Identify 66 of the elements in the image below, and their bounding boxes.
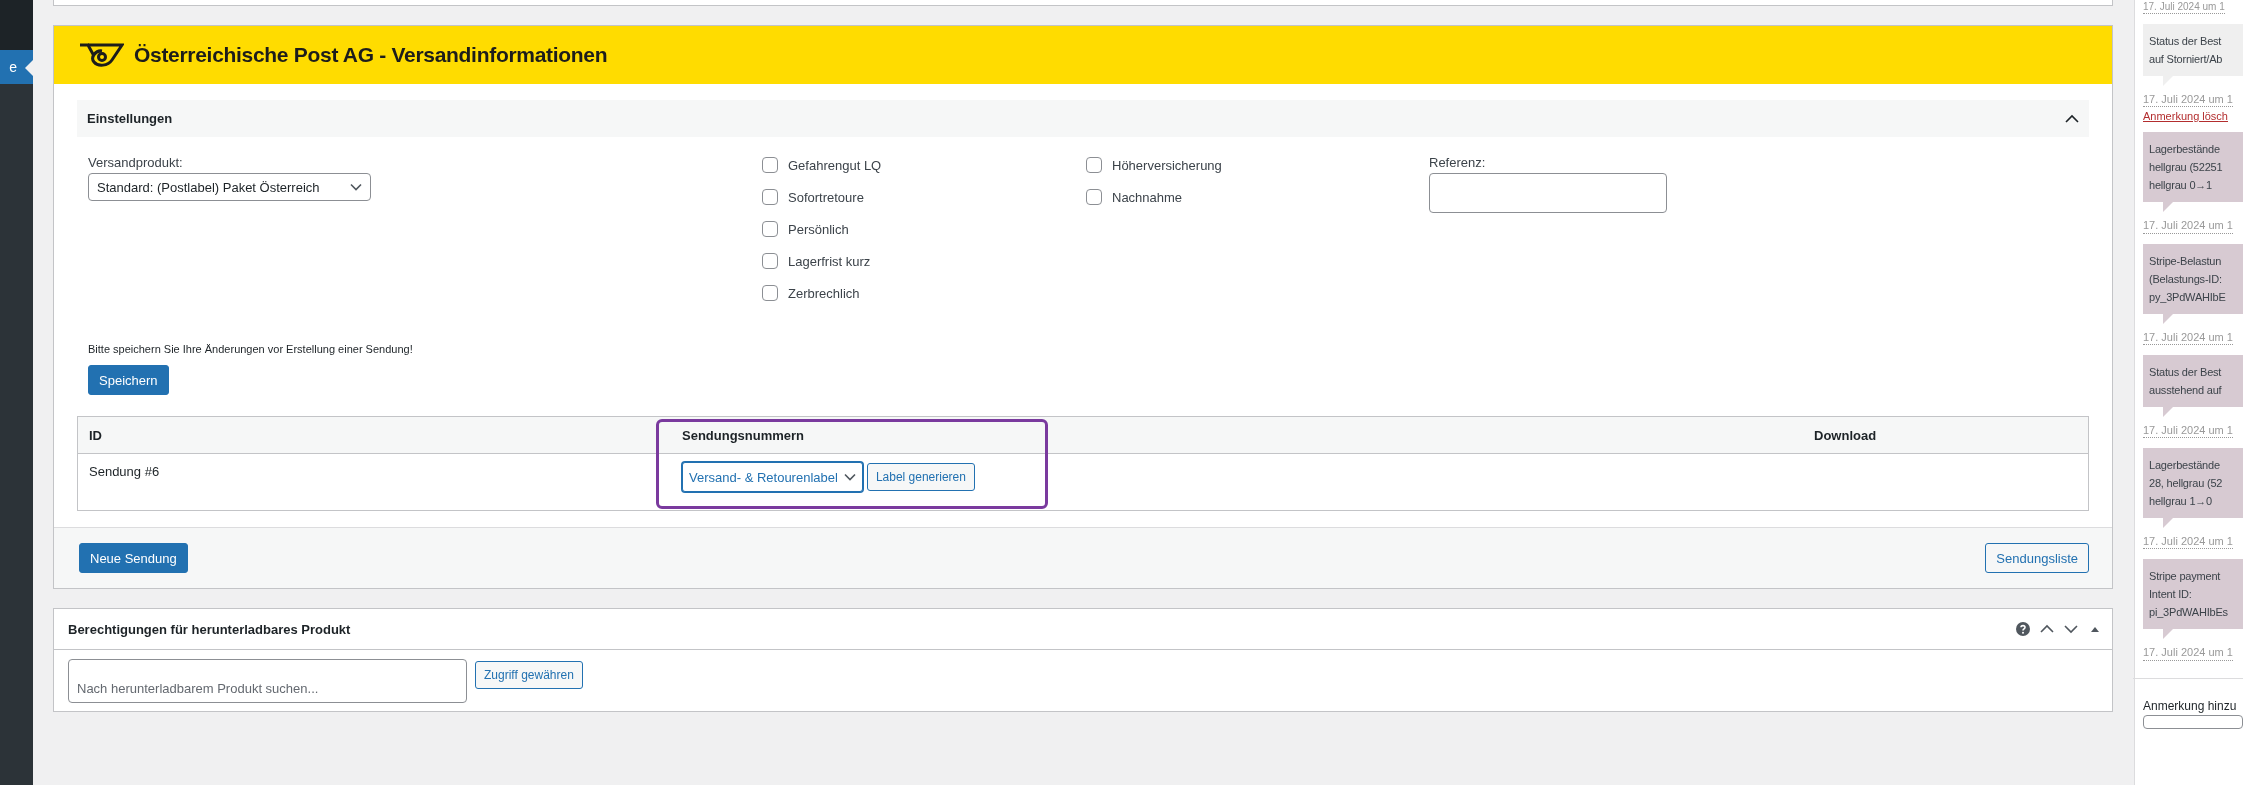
field-label: Referenz: — [1429, 155, 1486, 170]
checkbox-label: Höherversicherung — [1112, 157, 1222, 173]
post-horn-logo — [78, 42, 124, 68]
note-text: hellgrau (52251 — [2149, 160, 2223, 176]
checkbox[interactable] — [762, 157, 778, 173]
checkbox[interactable] — [1086, 189, 1102, 205]
note-field[interactable] — [2143, 714, 2243, 729]
move-down-icon — [2064, 622, 2078, 636]
menu-item[interactable]: e — [0, 50, 33, 84]
shipment-list-button[interactable]: Sendungsliste — [1985, 543, 2089, 573]
checkbox-label: Persönlich — [788, 221, 849, 237]
reference-field[interactable] — [1429, 173, 1667, 213]
product-search-field[interactable]: Nach herunterladbarem Produkt suchen... — [68, 659, 467, 703]
note-date: 17. Juli 2024 um 1 — [2143, 422, 2233, 439]
new-shipment-button[interactable]: Neue Sendung — [79, 543, 188, 573]
grant-access-button[interactable]: Zugriff gewähren — [475, 661, 583, 689]
note-date: 17. Juli 2024 um 1 — [2143, 92, 2233, 108]
product-select[interactable]: Standard: (Postlabel) Paket Österreich — [88, 173, 371, 201]
caret-icon — [350, 183, 362, 191]
note-text: Lagerbestände — [2149, 142, 2220, 158]
checkbox[interactable] — [762, 285, 778, 301]
settings-title: Einstellungen — [87, 111, 173, 126]
checkbox[interactable] — [762, 189, 778, 205]
panel-title: Berechtigungen für herunterladbares Produkt — [68, 621, 351, 637]
checkbox-label: Nachnahme — [1112, 189, 1183, 205]
checkbox[interactable] — [1086, 157, 1102, 173]
help-icon — [2016, 622, 2030, 636]
note-text: Intent ID: — [2149, 587, 2192, 603]
caret-icon — [843, 473, 856, 481]
generate-label-button[interactable]: Label generieren — [866, 463, 975, 491]
table-cell-text: Sendung #6 — [88, 463, 161, 481]
checkbox[interactable] — [762, 253, 778, 269]
panel-title: Österreichische Post AG - Versandinformationen — [134, 43, 608, 67]
note-text: Stripe payment — [2149, 569, 2221, 585]
note-text: ausstehend auf — [2149, 382, 2222, 398]
note-date: 17. Juli 2024 um 1 — [2143, 218, 2233, 234]
delete-note-link[interactable]: Anmerkung lösch — [2143, 110, 2228, 123]
field-label: Anmerkung hinzu — [2143, 698, 2237, 713]
note-date: 17. Juli 2024 um 1 — [2143, 645, 2233, 661]
note-date: 17. Juli 2024 um 1 — [2143, 0, 2225, 14]
note-date: 17. Juli 2024 um 1 — [2143, 534, 2233, 550]
column-header: Sendungsnummern — [681, 427, 805, 443]
note-text: Lagerbestände — [2149, 458, 2220, 474]
note-text: Status der Best — [2149, 364, 2222, 380]
note-date: 17. Juli 2024 um 1 — [2143, 329, 2233, 345]
settings-bar[interactable]: Einstellungen — [77, 100, 2089, 137]
note-text: Status der Best — [2149, 34, 2222, 49]
note-text: 28, hellgrau (52 — [2149, 476, 2223, 492]
label-type-select[interactable]: Versand- & Retourenlabel — [682, 462, 863, 492]
checkbox[interactable] — [762, 221, 778, 237]
note-text: (Belastungs-ID: — [2149, 271, 2222, 287]
save-button[interactable]: Speichern — [88, 365, 169, 395]
checkbox-label: Zerbrechlich — [788, 285, 860, 301]
note-text: pi_3PdWAHIbEs — [2149, 605, 2228, 621]
note-text: Stripe-Belastun — [2149, 253, 2222, 269]
note-text: py_3PdWAHIbE — [2149, 289, 2226, 305]
field-label: Versandprodukt: — [88, 155, 183, 170]
note-text: auf Storniert/Ab — [2149, 52, 2223, 67]
notice-text: Bitte speichern Sie Ihre Änderungen vor Erstellung einer Sendung! — [88, 343, 413, 355]
column-header: ID — [88, 427, 102, 443]
checkbox-label: Lagerfrist kurz — [788, 253, 871, 269]
note-text: hellgrau 0→1 — [2149, 178, 2213, 194]
checkbox-label: Sofortretoure — [788, 189, 864, 205]
note-text: hellgrau 1→0 — [2149, 494, 2213, 510]
column-header: Download — [1813, 427, 1877, 443]
checkbox-label: Gefahrengut LQ — [788, 157, 882, 173]
